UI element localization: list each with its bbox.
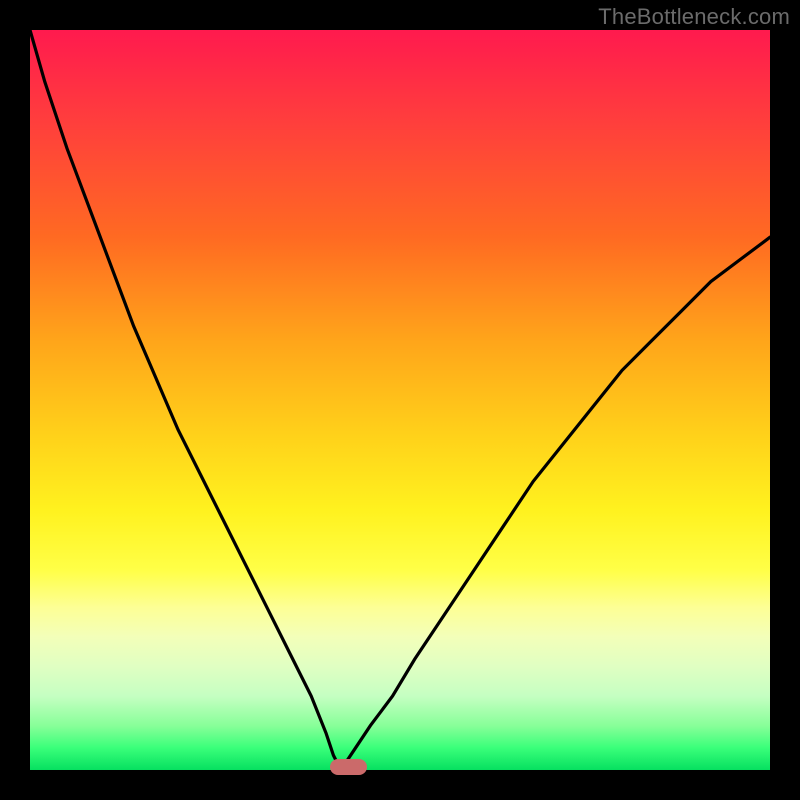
cusp-marker [330,759,368,775]
plot-area [30,30,770,770]
left-branch-curve [30,30,341,770]
chart-frame: TheBottleneck.com [0,0,800,800]
right-branch-curve [341,237,770,770]
curve-layer [30,30,770,770]
watermark-text: TheBottleneck.com [598,4,790,30]
